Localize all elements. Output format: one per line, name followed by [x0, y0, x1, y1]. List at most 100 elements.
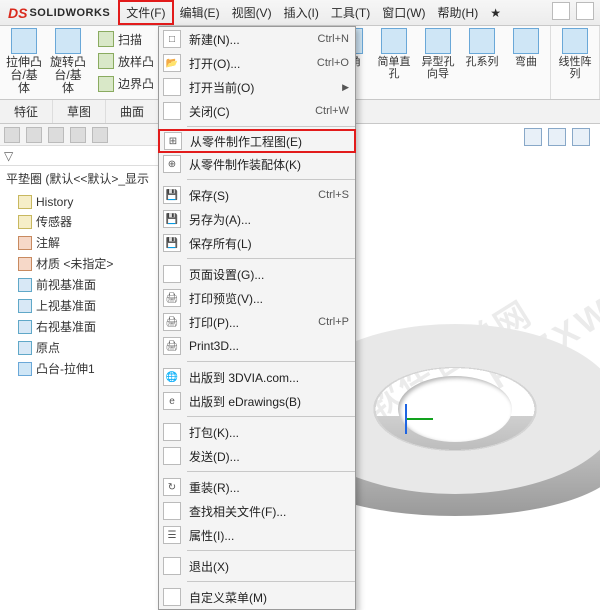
menu-item-label: 从零件制作工程图(E): [190, 133, 348, 150]
menu-item[interactable]: 关闭(C)Ctrl+W: [159, 99, 355, 123]
panel-tab-icon[interactable]: [4, 127, 20, 143]
menu-item-icon: 💾: [163, 186, 181, 204]
menu-item[interactable]: ☰属性(I)...: [159, 523, 355, 547]
simple-hole-button[interactable]: 简单直 孔: [376, 28, 412, 80]
menu-item-label: 打开(O)...: [189, 55, 317, 72]
menu-item-icon: [163, 588, 181, 606]
boundary-button[interactable]: 边界凸: [98, 75, 154, 92]
menu-item-icon: ☰: [163, 526, 181, 544]
hole-series-button[interactable]: 孔系列: [464, 28, 500, 80]
menu-window[interactable]: 窗口(W): [376, 0, 431, 25]
extrude-boss-button[interactable]: 拉伸凸台/基体: [6, 28, 42, 95]
menu-item[interactable]: 🖨打印(P)...Ctrl+P: [159, 310, 355, 334]
menu-item[interactable]: 发送(D)...: [159, 444, 355, 468]
menu-tools[interactable]: 工具(T): [325, 0, 376, 25]
tree-front-plane[interactable]: 前视基准面: [18, 274, 159, 295]
view-toolbar: [524, 128, 590, 146]
menu-item-icon: 🖨: [163, 289, 181, 307]
display-style-icon[interactable]: [572, 128, 590, 146]
menu-item[interactable]: 🌐出版到 3DVIA.com...: [159, 365, 355, 389]
app-logo: DS SOLIDWORKS: [0, 5, 118, 21]
ribbon-group-pattern: 线性阵 列: [551, 26, 600, 99]
menu-item[interactable]: 💾保存(S)Ctrl+S: [159, 183, 355, 207]
panel-tab-icon[interactable]: [70, 127, 86, 143]
quick-access-toolbar: [552, 2, 594, 20]
menu-item-icon: [163, 423, 181, 441]
panel-tab-icon[interactable]: [92, 127, 108, 143]
panel-tab-icon[interactable]: [48, 127, 64, 143]
menu-view[interactable]: 视图(V): [226, 0, 278, 25]
tree-history[interactable]: History: [18, 193, 159, 211]
menu-edit[interactable]: 编辑(E): [174, 0, 226, 25]
menu-item[interactable]: e出版到 eDrawings(B): [159, 389, 355, 413]
menu-item[interactable]: 💾保存所有(L): [159, 231, 355, 255]
part-name[interactable]: 平垫圈 (默认<<默认>_显示: [0, 166, 159, 191]
menu-item[interactable]: 页面设置(G)...: [159, 262, 355, 286]
z-axis-icon: [407, 418, 433, 420]
tree-extrude1[interactable]: 凸台-拉伸1: [18, 358, 159, 379]
view-orientation-icon[interactable]: [548, 128, 566, 146]
menu-item[interactable]: 退出(X): [159, 554, 355, 578]
menu-item-icon: ↻: [163, 478, 181, 496]
menu-item[interactable]: 🖨Print3D...: [159, 334, 355, 358]
linear-pattern-button[interactable]: 线性阵 列: [557, 28, 593, 80]
loft-icon: [98, 53, 114, 69]
tree-material[interactable]: 材质 <未指定>: [18, 253, 159, 274]
menu-item-label: 退出(X): [189, 558, 349, 575]
menu-item[interactable]: 💾另存为(A)...: [159, 207, 355, 231]
filter-bar[interactable]: ▽: [0, 146, 159, 166]
loft-button[interactable]: 放样凸: [98, 53, 154, 70]
menu-help[interactable]: 帮助(H): [432, 0, 485, 25]
hole-series-icon: [469, 28, 495, 54]
menu-item-icon: ⊕: [163, 155, 181, 173]
qat-new-icon[interactable]: [552, 2, 570, 20]
menu-shortcut: Ctrl+O: [317, 57, 349, 69]
menu-item[interactable]: 自定义菜单(M): [159, 585, 355, 609]
menu-search-icon[interactable]: ★: [484, 0, 507, 25]
revolve-boss-button[interactable]: 旋转凸台/基体: [50, 28, 86, 95]
zoom-fit-icon[interactable]: [524, 128, 542, 146]
ribbon-group-right: 圆角 简单直 孔 异型孔 向导 孔系列 弯曲: [325, 26, 551, 99]
logo-text: SOLIDWORKS: [29, 7, 110, 19]
tree-annotations[interactable]: 注解: [18, 232, 159, 253]
tab-features[interactable]: 特征: [0, 100, 53, 123]
menu-item-icon: [163, 265, 181, 283]
menu-item-label: 查找相关文件(F)...: [189, 503, 349, 520]
tree-right-plane[interactable]: 右视基准面: [18, 316, 159, 337]
menu-item-label: 出版到 3DVIA.com...: [189, 369, 349, 386]
simple-hole-icon: [381, 28, 407, 54]
tree-sensors[interactable]: 传感器: [18, 211, 159, 232]
flex-button[interactable]: 弯曲: [508, 28, 544, 80]
tree-origin[interactable]: 原点: [18, 337, 159, 358]
boundary-icon: [98, 76, 114, 92]
tree-top-plane[interactable]: 上视基准面: [18, 295, 159, 316]
menu-file[interactable]: 文件(F): [118, 0, 173, 25]
sweep-button[interactable]: 扫描: [98, 31, 154, 48]
menu-item[interactable]: ↻重装(R)...: [159, 475, 355, 499]
menu-item[interactable]: 📂打开(O)...Ctrl+O: [159, 51, 355, 75]
menu-item-icon: 💾: [163, 210, 181, 228]
menu-item[interactable]: 🖨打印预览(V)...: [159, 286, 355, 310]
menu-item[interactable]: ⊕从零件制作装配体(K): [159, 152, 355, 176]
menu-item[interactable]: ⊞从零件制作工程图(E): [158, 129, 356, 153]
origin-triad-icon: [405, 404, 407, 434]
menu-item-icon: [163, 102, 181, 120]
menu-item[interactable]: □新建(N)...Ctrl+N: [159, 27, 355, 51]
menu-separator: [187, 471, 355, 472]
panel-tab-icon[interactable]: [26, 127, 42, 143]
revolve-icon: [55, 28, 81, 54]
hole-wizard-button[interactable]: 异型孔 向导: [420, 28, 456, 80]
menu-item[interactable]: 查找相关文件(F)...: [159, 499, 355, 523]
menu-item-label: Print3D...: [189, 339, 349, 353]
menu-item[interactable]: 打包(K)...: [159, 420, 355, 444]
linear-pattern-icon: [562, 28, 588, 54]
tab-surface[interactable]: 曲面: [106, 100, 159, 123]
qat-open-icon[interactable]: [576, 2, 594, 20]
menu-item-label: 打印(P)...: [189, 314, 318, 331]
menu-item-label: 页面设置(G)...: [189, 266, 349, 283]
menu-item-label: 发送(D)...: [189, 448, 349, 465]
menu-item[interactable]: 打开当前(O)▶: [159, 75, 355, 99]
menu-insert[interactable]: 插入(I): [278, 0, 325, 25]
tab-sketch[interactable]: 草图: [53, 100, 106, 123]
flex-icon: [513, 28, 539, 54]
